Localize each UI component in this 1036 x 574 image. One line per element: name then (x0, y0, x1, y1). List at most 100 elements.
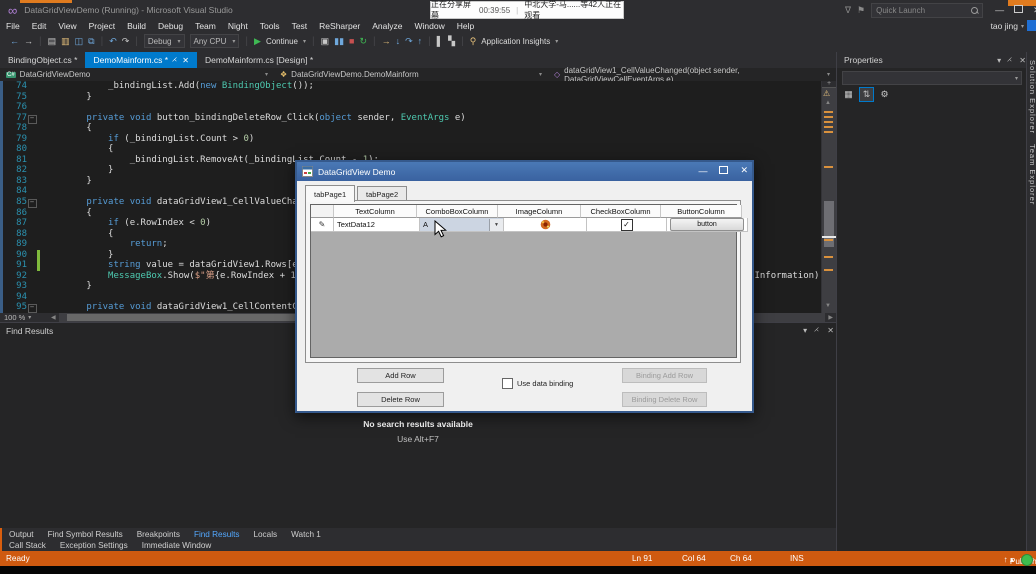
tab-demomainform-cs[interactable]: DemoMainform.cs *⊦✕ (85, 52, 197, 68)
use-data-binding-checkbox[interactable]: Use data binding (502, 378, 573, 389)
save-all-icon[interactable]: ⧉ (88, 36, 94, 47)
tab-demomainform-cs-design[interactable]: DemoMainform.cs [Design] * (197, 52, 321, 68)
grid-checkbox[interactable]: ✓ (621, 219, 633, 231)
stop-icon[interactable]: ■ (349, 36, 354, 46)
application-insights-icon[interactable]: ⚲ (470, 36, 477, 47)
bottom-tab-watch-1[interactable]: Watch 1 (284, 530, 328, 539)
navigate-forward-icon[interactable]: → (24, 36, 33, 46)
pause-icon[interactable]: ▮▮ (334, 36, 344, 47)
editor-zoom-dropdown[interactable]: 100 %▾ (0, 313, 48, 322)
column-header-imagecolumn[interactable]: ImageColumn (498, 205, 581, 218)
show-next-statement-icon[interactable]: → (382, 36, 391, 46)
window-position-icon[interactable]: ▾ (997, 56, 1001, 65)
minimize-button[interactable]: — (995, 5, 1004, 16)
step-over-icon[interactable]: ↷ (405, 36, 413, 47)
cell-textcolumn[interactable]: TextData12 (334, 218, 420, 232)
datagridview[interactable]: TextColumnComboBoxColumnImageColumnCheck… (310, 204, 737, 358)
bottom-tab-find-symbol-results[interactable]: Find Symbol Results (41, 530, 130, 539)
dialog-minimize-button[interactable]: — (698, 166, 707, 176)
dialog-maximize-button[interactable] (719, 166, 728, 176)
delete-row-button[interactable]: Delete Row (357, 392, 444, 407)
checkbox-box[interactable] (502, 378, 513, 389)
continue-label[interactable]: Continue (266, 37, 298, 46)
navbar-type-dropdown[interactable]: ❖ DataGridViewDemo.DemoMainform ▾ (274, 70, 548, 79)
close-panel-icon[interactable]: ✕ (1019, 56, 1026, 65)
bottom-tab-call-stack[interactable]: Call Stack (2, 541, 53, 550)
property-pages-icon[interactable]: ⚙ (878, 88, 891, 101)
fold-marker[interactable]: − (27, 302, 37, 313)
bottom-tab-locals[interactable]: Locals (246, 530, 284, 539)
editor-vertical-scrollbar[interactable]: + ⚠ ▲ ▼ (821, 81, 836, 313)
menu-build[interactable]: Build (121, 21, 152, 31)
menu-analyze[interactable]: Analyze (366, 21, 408, 31)
vertical-tab-solution-explorer[interactable]: Solution Explorer (1028, 60, 1036, 134)
window-position-icon[interactable]: ▾ (803, 326, 807, 335)
hscroll-left-icon[interactable]: ◀ (48, 314, 59, 321)
quick-launch-input[interactable]: Quick Launch (871, 3, 983, 18)
save-icon[interactable]: ◫ (75, 36, 84, 47)
scroll-up-icon[interactable]: ▲ (825, 100, 831, 106)
vertical-tab-team-explorer[interactable]: Team Explorer (1028, 144, 1036, 205)
splitter-handle[interactable]: + (822, 81, 836, 88)
dialog-title-bar[interactable]: DataGridView Demo — ✕ (297, 162, 752, 181)
fold-marker[interactable]: − (27, 113, 37, 124)
properties-object-dropdown[interactable]: ▾ (842, 71, 1022, 85)
restart-icon[interactable]: ↻ (359, 36, 367, 47)
cell-buttoncolumn[interactable]: button (667, 218, 748, 232)
add-row-button[interactable]: Add Row (357, 368, 444, 383)
bookmark-next-icon[interactable]: ▚ (448, 36, 455, 47)
close-tab-icon[interactable]: ✕ (182, 56, 189, 65)
publish-button[interactable]: ↑ Publish ▴ (1004, 554, 1015, 564)
bookmark-icon[interactable]: ▌ (437, 36, 443, 46)
menu-edit[interactable]: Edit (26, 21, 53, 31)
menu-night[interactable]: Night (222, 21, 254, 31)
fold-marker[interactable]: − (27, 197, 37, 208)
menu-file[interactable]: File (0, 21, 26, 31)
pin-icon[interactable]: ⊦ (813, 326, 822, 335)
column-header-textcolumn[interactable]: TextColumn (334, 205, 417, 218)
platform-dropdown[interactable]: Any CPU▾ (190, 34, 240, 48)
application-insights-label[interactable]: Application Insights (481, 37, 550, 46)
cell-comboboxcolumn[interactable]: A▼ (420, 218, 504, 232)
cell-checkboxcolumn[interactable]: ✓ (587, 218, 667, 232)
maximize-button[interactable] (1014, 5, 1023, 16)
menu-team[interactable]: Team (189, 21, 222, 31)
user-name[interactable]: tao jing (991, 21, 1018, 31)
tab-tabpage2[interactable]: tabPage2 (357, 186, 407, 201)
undo-icon[interactable]: ↶ (109, 36, 117, 47)
bottom-tab-find-results[interactable]: Find Results (187, 530, 247, 539)
account-badge[interactable] (1027, 20, 1036, 31)
bottom-tab-exception-settings[interactable]: Exception Settings (53, 541, 135, 550)
step-into-icon[interactable]: ↓ (396, 36, 401, 46)
bottom-tab-immediate-window[interactable]: Immediate Window (135, 541, 219, 550)
close-panel-icon[interactable]: ✕ (827, 326, 834, 335)
properties-header[interactable]: Properties ▾ ⊦ ✕ (837, 52, 1034, 68)
redo-icon[interactable]: ↷ (122, 36, 130, 47)
open-file-icon[interactable]: ▥ (61, 36, 70, 47)
categorized-icon[interactable]: ▦ (842, 88, 855, 101)
snapshot-icon[interactable]: ▣ (321, 36, 330, 47)
column-header-comboboxcolumn[interactable]: ComboBoxColumn (417, 205, 498, 218)
bottom-tab-output[interactable]: Output (2, 530, 41, 539)
column-header-checkboxcolumn[interactable]: CheckBoxColumn (581, 205, 661, 218)
bottom-tab-breakpoints[interactable]: Breakpoints (130, 530, 187, 539)
column-header-buttoncolumn[interactable]: ButtonColumn (661, 205, 742, 218)
combo-dropdown-button[interactable]: ▼ (489, 219, 503, 231)
menu-debug[interactable]: Debug (152, 21, 189, 31)
menu-view[interactable]: View (52, 21, 82, 31)
scroll-down-icon[interactable]: ▼ (825, 303, 831, 309)
alphabetical-sort-icon[interactable]: ⇅ (859, 87, 874, 102)
filter-icon[interactable]: ∇ (845, 5, 851, 16)
tab-bindingobject-cs[interactable]: BindingObject.cs * (0, 52, 85, 68)
hscroll-right-icon[interactable]: ▶ (825, 314, 836, 321)
step-out-icon[interactable]: ↑ (418, 36, 423, 46)
menu-test[interactable]: Test (286, 21, 314, 31)
menu-window[interactable]: Window (409, 21, 451, 31)
grid-cell-button[interactable]: button (670, 218, 744, 231)
menu-help[interactable]: Help (451, 21, 480, 31)
feedback-icon[interactable]: ⚑ (857, 5, 865, 16)
dialog-close-button[interactable]: ✕ (740, 165, 748, 176)
continue-icon[interactable]: ▶ (254, 36, 261, 47)
navbar-project-dropdown[interactable]: C# DataGridViewDemo ▾ (0, 70, 274, 79)
debug-config-dropdown[interactable]: Debug▾ (144, 34, 185, 48)
